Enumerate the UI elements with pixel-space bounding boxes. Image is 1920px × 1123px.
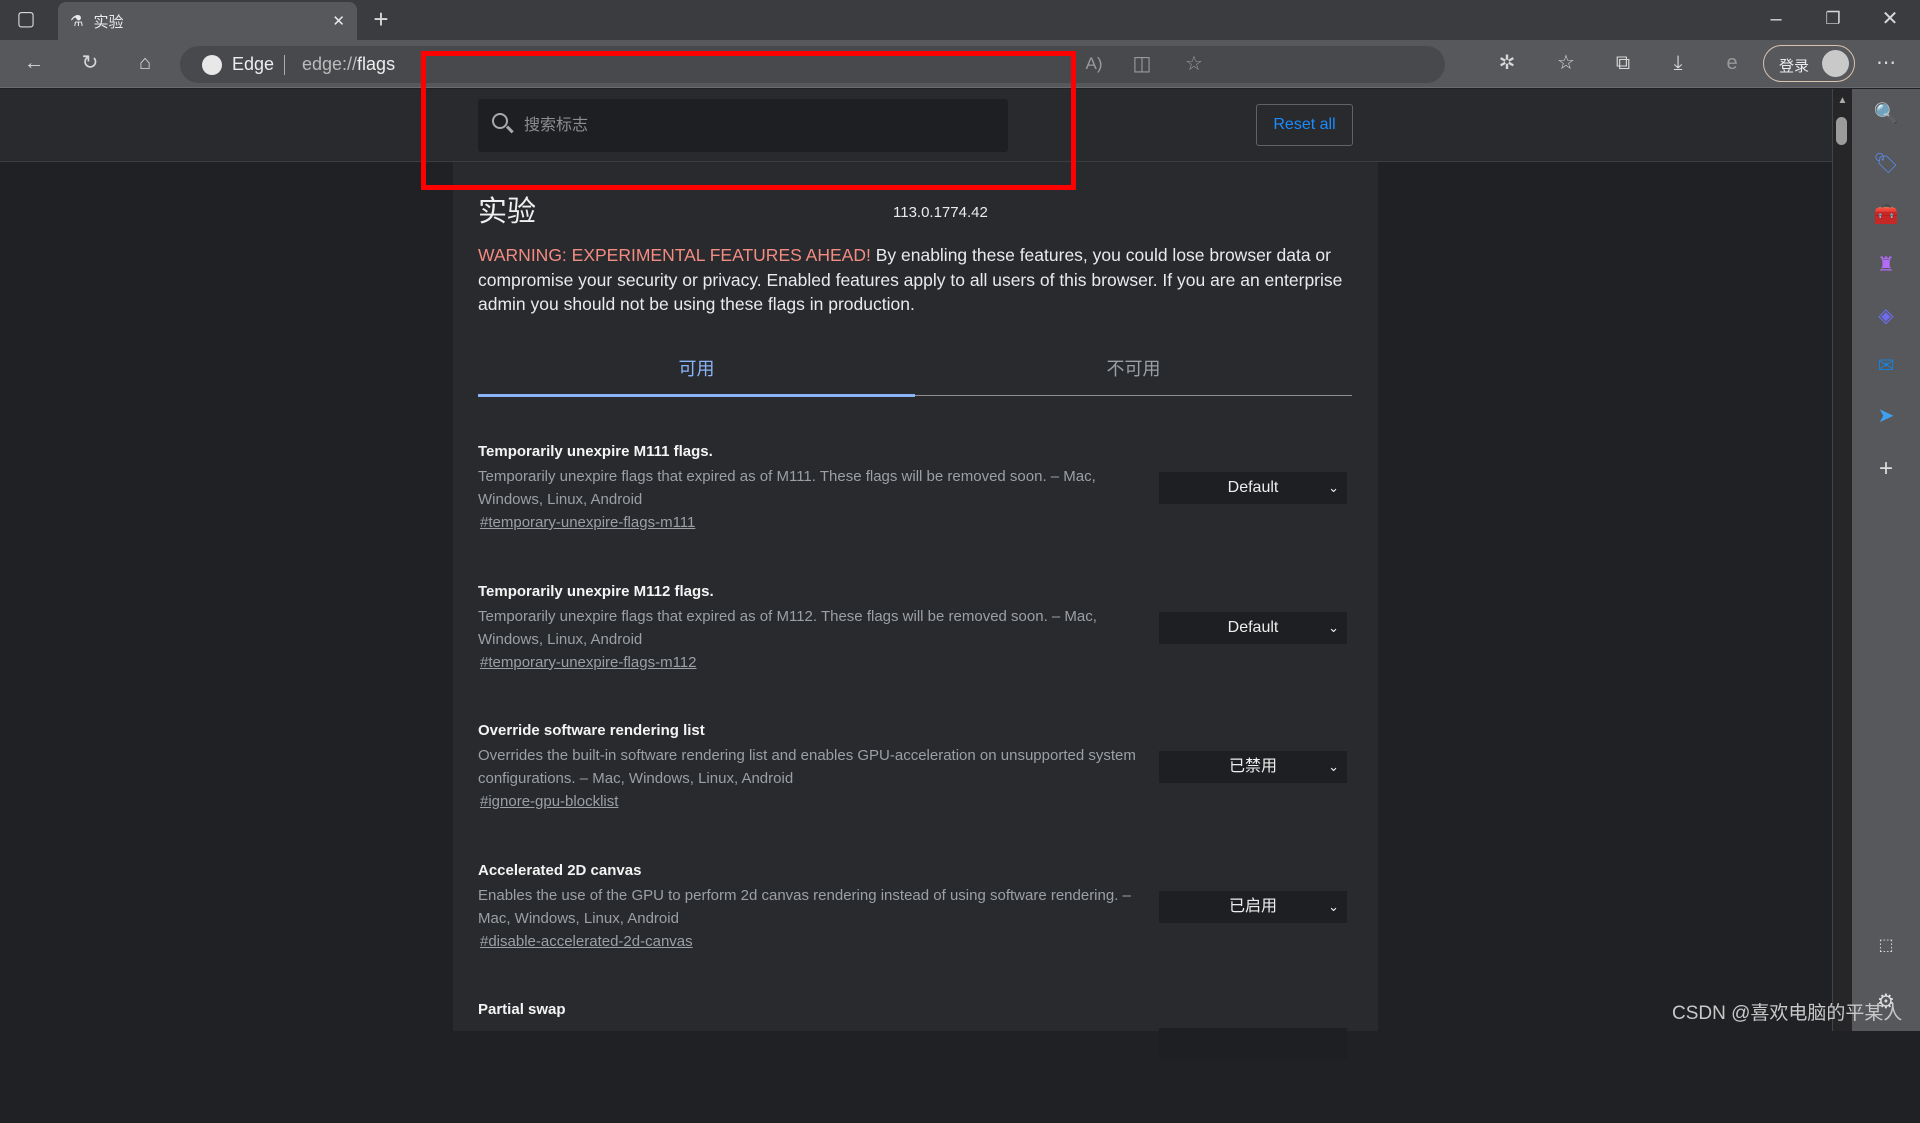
- flag-link[interactable]: #temporary-unexpire-flags-m112: [480, 654, 696, 671]
- flag-select[interactable]: Default ⌄: [1159, 472, 1347, 504]
- flag-item: Temporarily unexpire M112 flags. Temporar…: [478, 575, 1358, 705]
- tab-unavailable[interactable]: 不可用: [915, 355, 1352, 396]
- tab-available[interactable]: 可用: [478, 355, 915, 397]
- add-sidebar-icon[interactable]: +: [1872, 455, 1900, 483]
- more-icon[interactable]: ⋯: [1872, 53, 1900, 73]
- tab-actions-icon[interactable]: ▢: [12, 9, 40, 29]
- flag-description: Temporarily unexpire flags that expired …: [478, 468, 1096, 508]
- add-favorite-icon[interactable]: ☆: [1180, 54, 1208, 74]
- flag-select[interactable]: 已启用 ⌄: [1159, 890, 1347, 923]
- browser-tab[interactable]: ⚗ 实验 ✕: [58, 2, 357, 40]
- ie-mode-icon[interactable]: e: [1718, 53, 1746, 73]
- flag-link[interactable]: #disable-accelerated-2d-canvas: [480, 933, 693, 950]
- flag-title: Override software rendering list: [478, 722, 705, 739]
- scroll-up-icon[interactable]: ▲: [1833, 95, 1852, 106]
- search-sidebar-icon[interactable]: 🔍: [1872, 100, 1900, 128]
- close-tab-icon[interactable]: ✕: [332, 12, 345, 30]
- refresh-icon[interactable]: ↻: [76, 53, 104, 73]
- scrollbar-thumb[interactable]: [1836, 117, 1847, 145]
- restore-icon[interactable]: ❐: [1819, 9, 1847, 29]
- close-window-icon[interactable]: ✕: [1876, 9, 1904, 29]
- new-tab-icon[interactable]: +: [367, 6, 395, 32]
- flag-title: Accelerated 2D canvas: [478, 861, 642, 879]
- split-screen-icon[interactable]: ◫: [1128, 54, 1156, 74]
- page-title: 实验: [478, 196, 537, 228]
- chevron-down-icon: ⌄: [1328, 759, 1339, 774]
- screenshot-icon[interactable]: ⬚: [1872, 932, 1900, 960]
- collections-icon[interactable]: ⧉: [1609, 53, 1637, 73]
- flag-item: Override software rendering list Override…: [478, 714, 1358, 844]
- flag-description: Enables the use of the GPU to perform 2d…: [478, 886, 1131, 927]
- microsoft365-icon[interactable]: ◈: [1872, 302, 1900, 330]
- flag-title: Temporarily unexpire M112 flags.: [478, 582, 714, 600]
- divider: [284, 55, 285, 75]
- highlight-box: [421, 51, 1076, 190]
- chevron-down-icon: ⌄: [1328, 619, 1339, 635]
- flag-item: Partial swap: [478, 993, 1358, 1123]
- tab-title: 实验: [93, 13, 124, 31]
- address-url: edge://flags: [302, 54, 396, 74]
- games-icon[interactable]: ♜: [1872, 251, 1900, 279]
- favorites-icon[interactable]: ☆: [1552, 53, 1580, 73]
- read-aloud-icon[interactable]: A): [1080, 54, 1108, 74]
- flag-description: Overrides the built-in software renderin…: [478, 747, 1136, 787]
- flag-select[interactable]: [1159, 1028, 1347, 1060]
- tools-icon[interactable]: 🧰: [1872, 201, 1900, 229]
- flag-select[interactable]: 已禁用 ⌄: [1159, 751, 1347, 783]
- edge-sidebar: [1852, 89, 1920, 1031]
- edge-logo-icon: [202, 55, 222, 75]
- download-icon[interactable]: ⤓: [1664, 53, 1692, 73]
- flag-description: Temporarily unexpire flags that expired …: [478, 607, 1097, 648]
- version-label: 113.0.1774.42: [893, 204, 988, 221]
- extensions-icon[interactable]: ✲: [1493, 53, 1521, 73]
- flag-select[interactable]: Default ⌄: [1159, 611, 1347, 644]
- outlook-icon[interactable]: ✉: [1872, 352, 1900, 380]
- watermark: CSDN @喜欢电脑的平某人: [1672, 1003, 1903, 1024]
- flag-link[interactable]: #ignore-gpu-blocklist: [480, 793, 618, 810]
- address-brand: Edge: [232, 54, 275, 74]
- flask-icon: ⚗: [70, 13, 84, 30]
- shopping-icon[interactable]: 🏷: [1872, 150, 1900, 178]
- chevron-down-icon: ⌄: [1328, 480, 1339, 495]
- chevron-down-icon: ⌄: [1328, 898, 1339, 914]
- home-icon[interactable]: ⌂: [131, 53, 159, 73]
- flag-item: Accelerated 2D canvas Enables the use of …: [478, 854, 1358, 984]
- avatar[interactable]: [1822, 50, 1849, 77]
- minimize-icon[interactable]: –: [1762, 9, 1790, 29]
- flag-title: Partial swap: [478, 1001, 566, 1018]
- drop-icon[interactable]: ➤: [1872, 402, 1900, 430]
- reset-all-button[interactable]: Reset all: [1256, 104, 1353, 146]
- flag-link[interactable]: #temporary-unexpire-flags-m111: [480, 514, 695, 531]
- warning-text: WARNING: EXPERIMENTAL FEATURES AHEAD! By…: [478, 245, 1343, 314]
- flag-title: Temporarily unexpire M111 flags.: [478, 443, 713, 460]
- flag-item: Temporarily unexpire M111 flags. Temporar…: [478, 435, 1358, 565]
- back-icon[interactable]: ←: [20, 53, 48, 73]
- scrollbar[interactable]: ▲: [1832, 89, 1852, 1031]
